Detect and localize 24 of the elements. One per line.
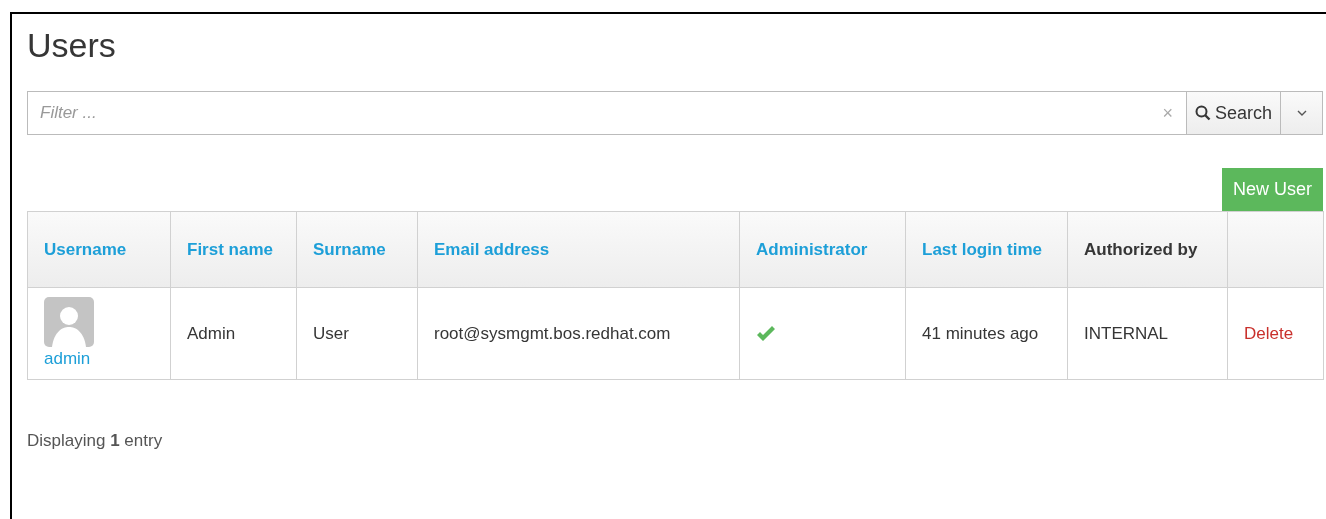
column-header-link[interactable]: Surname	[313, 239, 386, 259]
clear-button[interactable]: ×	[1162, 99, 1173, 127]
page-title: Users	[27, 28, 116, 62]
column-header-link[interactable]: Administrator	[756, 239, 868, 259]
table-cell: Admin	[187, 323, 236, 343]
column-header-link[interactable]: Email address	[434, 239, 550, 259]
column-header-link[interactable]: First name	[187, 239, 273, 259]
chevron-down-icon	[1296, 110, 1307, 116]
table-cell: root@sysmgmt.bos.redhat.com	[434, 323, 671, 343]
table-cell: INTERNAL	[1084, 323, 1169, 343]
search-icon	[1194, 105, 1211, 121]
filter-field[interactable]: Filter ... ×	[27, 91, 1187, 135]
user-profile-link[interactable]: admin	[44, 346, 91, 371]
search-button[interactable]: Search	[1186, 91, 1281, 135]
column-header: Authorized by	[1084, 239, 1198, 259]
delete-link[interactable]: Delete	[1244, 323, 1294, 343]
dropdown-button[interactable]	[1281, 91, 1323, 135]
new-user-button[interactable]: New User	[1222, 168, 1323, 211]
table-cell: 41 minutes ago	[922, 323, 1039, 343]
avatar-icon	[44, 296, 94, 347]
table-cell: User	[313, 323, 349, 343]
entry-count: Displaying 1 entry	[27, 430, 163, 452]
column-header-link[interactable]: Last login time	[922, 239, 1042, 259]
column-header-link[interactable]: Username	[44, 239, 127, 259]
